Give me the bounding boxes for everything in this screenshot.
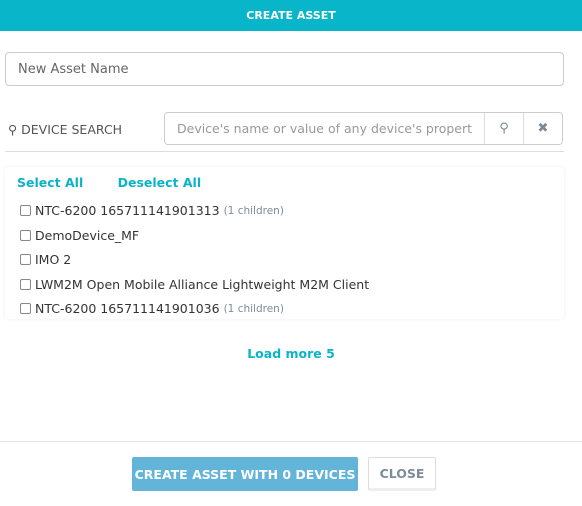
children-count: (1 children) [223,204,284,217]
device-name: NTC-6200 165711141901313 [35,203,220,218]
device-checkbox[interactable] [20,278,31,290]
footer-divider [0,441,582,442]
clear-search-button[interactable]: ✖ [523,113,562,144]
device-search-group: ⚲ ✖ [164,112,563,145]
search-icon: ⚲ [8,122,18,137]
device-name: IMO 2 [35,252,72,267]
device-list-item[interactable]: NTC-6200 165711141901036 (1 children) [20,301,284,316]
deselect-all-link[interactable]: Deselect All [118,175,202,190]
device-search-input[interactable] [165,113,484,144]
device-list-item[interactable]: DemoDevice_MF [20,228,139,243]
device-list-item[interactable]: LWM2M Open Mobile Alliance Lightweight M… [20,277,369,292]
device-search-text: DEVICE SEARCH [21,122,123,137]
create-asset-button[interactable]: CREATE ASSET WITH 0 DEVICES [132,457,358,491]
device-checkbox[interactable] [20,254,31,265]
search-button[interactable]: ⚲ [484,113,523,144]
asset-name-input[interactable] [5,52,564,86]
device-list: Select All Deselect All NTC-6200 1657111… [5,167,564,319]
search-icon: ⚲ [499,121,509,136]
device-name: NTC-6200 165711141901036 [35,301,220,316]
select-all-link[interactable]: Select All [17,175,83,190]
device-checkbox[interactable] [20,303,31,314]
device-name: DemoDevice_MF [35,227,140,243]
device-name: LWM2M Open Mobile Alliance Lightweight M… [35,276,370,292]
device-checkbox[interactable] [20,205,31,216]
device-search-label: ⚲ DEVICE SEARCH [8,122,122,137]
close-icon: ✖ [537,121,549,136]
load-more-link[interactable]: Load more 5 [0,346,582,361]
device-list-item[interactable]: IMO 2 [20,252,71,267]
dialog-header: CREATE ASSET [0,0,582,31]
device-checkbox[interactable] [20,229,31,241]
divider [5,151,564,152]
close-button[interactable]: CLOSE [368,457,436,491]
device-list-item[interactable]: NTC-6200 165711141901313 (1 children) [20,203,284,218]
children-count: (1 children) [223,302,284,315]
